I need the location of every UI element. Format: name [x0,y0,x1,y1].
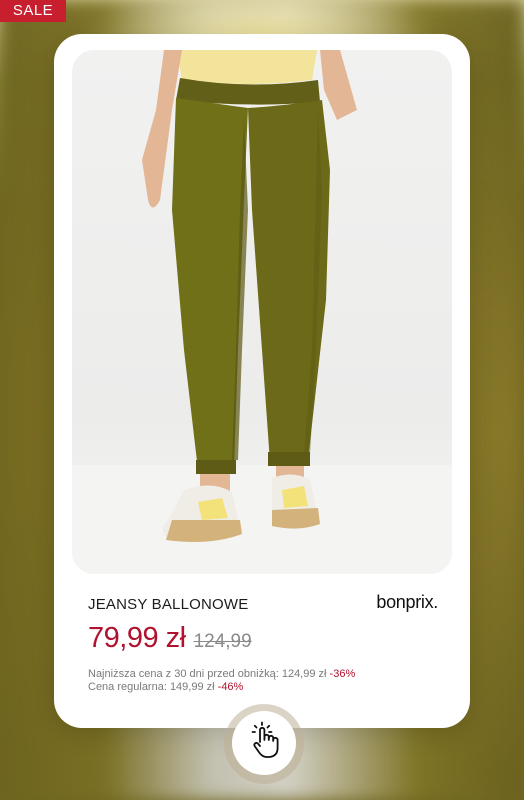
sale-badge: SALE [0,0,66,22]
product-card[interactable]: JEANSY BALLONOWE bonprix. 79,99 zł 124,9… [54,34,470,728]
price-info: Najniższa cena z 30 dni przed obniżką: 1… [88,668,355,694]
lowest-price-discount: -36% [329,668,356,680]
tap-button[interactable] [232,711,296,775]
tap-hand-icon [244,721,284,766]
regular-price-label: Cena regularna: 149,99 zł [88,681,215,693]
ad-screen: SALE JEANSY BALLONOWE bonprix. 79,99 zł … [0,0,524,800]
regular-price-discount: -46% [217,681,244,693]
regular-price-line: Cena regularna: 149,99 zł -46% [88,681,355,694]
product-title[interactable]: JEANSY BALLONOWE [88,596,248,613]
product-image[interactable] [72,50,452,574]
brand-logo: bonprix. [376,592,438,612]
old-price: 124,99 [193,631,252,652]
lowest-price-label: Najniższa cena z 30 dni przed obniżką: 1… [88,668,327,680]
current-price: 79,99 zł [88,622,186,654]
price-row: 79,99 zł 124,99 [88,622,252,655]
lowest-price-line: Najniższa cena z 30 dni przed obniżką: 1… [88,668,355,681]
